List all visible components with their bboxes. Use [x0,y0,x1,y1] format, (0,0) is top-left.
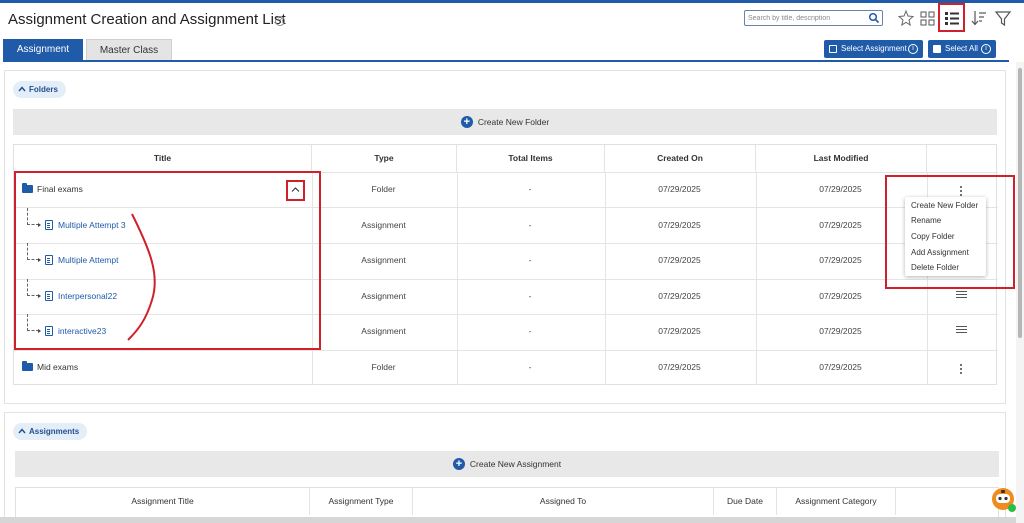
assignments-table: Assignment Title Assignment Type Assigne… [15,487,999,517]
tab-underline [3,60,1009,62]
col-header-total-items[interactable]: Total Items [457,145,605,172]
help-icon[interactable]: ? [275,16,285,26]
row-total: - [528,291,532,301]
page-title: Assignment Creation and Assignment List [8,11,286,28]
row-created: 07/29/2025 [658,326,701,336]
grid-view-icon[interactable] [919,8,937,28]
tab-assignment[interactable]: Assignment [3,39,83,61]
star-icon[interactable] [897,8,915,28]
folder-icon [22,360,33,371]
row-created: 07/29/2025 [658,255,701,265]
row-created: 07/29/2025 [658,220,701,230]
search-icon[interactable] [868,12,880,24]
row-total: - [528,220,532,230]
row-type: Folder [371,362,396,372]
col-header-assigned-to[interactable]: Assigned To [413,488,714,515]
chevron-up-icon [18,86,26,92]
col-divider [756,172,757,385]
assignments-chip-label: Assignments [29,427,80,436]
row-type: Assignment [361,326,406,336]
top-accent-bar [0,0,1024,3]
filter-icon[interactable] [994,8,1012,28]
info-icon[interactable]: i [908,44,918,54]
col-header-created-on[interactable]: Created On [605,145,756,172]
row-total: - [528,184,532,194]
row-type: Assignment [361,291,406,301]
create-new-folder-button[interactable]: + Create New Folder [13,109,997,135]
row-total: - [528,255,532,265]
row-type: Folder [371,184,396,194]
info-icon[interactable]: i [981,44,991,54]
select-assignment-button[interactable]: Select Assignment i [824,40,923,58]
row-total: - [528,326,532,336]
row-modified: 07/29/2025 [819,326,862,336]
folder-row-mid-exams[interactable]: Mid exams [22,360,78,372]
sort-icon[interactable] [970,8,988,28]
search-input[interactable] [745,11,860,25]
list-view-highlight [938,3,965,32]
row-created: 07/29/2025 [658,291,701,301]
create-folder-label: Create New Folder [477,117,550,127]
row-title[interactable]: Mid exams [37,362,78,372]
row-type: Assignment [361,255,406,265]
checkbox-icon [829,45,837,53]
row-modified: 07/29/2025 [819,362,862,372]
row-created: 07/29/2025 [658,362,701,372]
vertical-scrollbar[interactable] [1016,62,1024,523]
col-header-last-modified[interactable]: Last Modified [756,145,927,172]
drag-handle-icon[interactable] [956,291,967,298]
plus-icon: + [452,457,465,470]
col-divider [457,172,458,385]
chevron-up-icon [18,428,26,434]
col-header-assignment-title[interactable]: Assignment Title [16,488,310,515]
more-options-icon[interactable] [960,364,963,376]
row-total: - [528,362,532,372]
create-new-assignment-button[interactable]: + Create New Assignment [15,451,999,477]
row-modified: 07/29/2025 [819,291,862,301]
row-created: 07/29/2025 [658,184,701,194]
folders-section-toggle[interactable]: Folders [13,81,66,98]
plus-icon: + [460,115,473,128]
horizontal-scrollbar[interactable] [0,517,1016,523]
create-assignment-label: Create New Assignment [469,459,562,469]
scrollbar-thumb[interactable] [1018,68,1022,338]
folders-chip-label: Folders [29,85,58,94]
col-divider [605,172,606,385]
col-header-assignment-category[interactable]: Assignment Category [777,488,896,515]
annotation-curve [127,213,156,341]
row-type: Assignment [361,220,406,230]
col-header-type[interactable]: Type [312,145,457,172]
col-header-assignment-type[interactable]: Assignment Type [310,488,413,515]
assistant-bot-icon[interactable] [990,486,1018,514]
select-all-button[interactable]: Select All i [928,40,996,58]
context-menu-highlight [885,175,1015,289]
col-header-title[interactable]: Title [14,145,312,172]
search-field[interactable] [744,10,883,26]
select-assignment-label: Select Assignment [841,44,907,53]
col-header-due-date[interactable]: Due Date [714,488,777,515]
checkbox-icon [933,45,941,53]
tab-master-class[interactable]: Master Class [86,39,172,61]
drag-handle-icon[interactable] [956,326,967,333]
select-all-label: Select All [945,44,978,53]
row-divider [14,350,998,351]
assignments-section-toggle[interactable]: Assignments [13,423,88,440]
